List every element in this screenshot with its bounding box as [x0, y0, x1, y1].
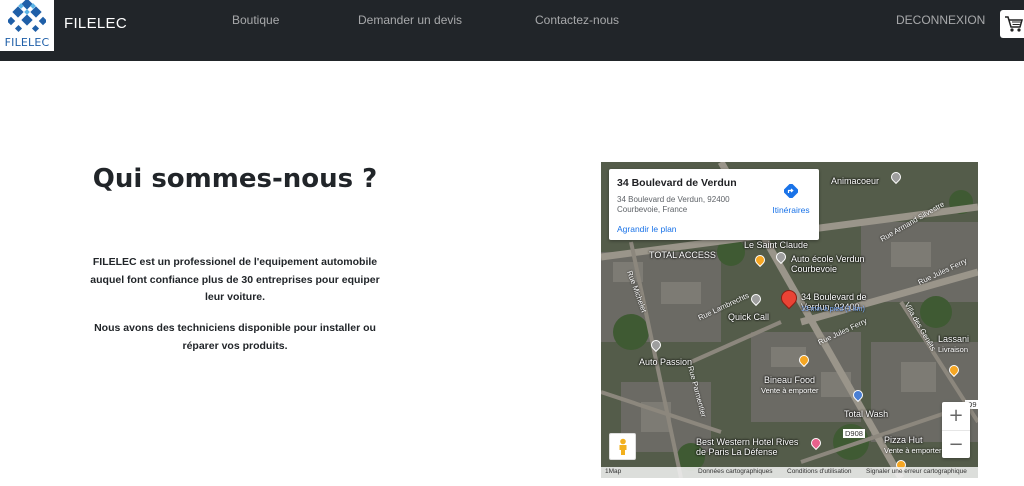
place-bineau-food-sub: Vente à emporter [761, 386, 819, 395]
place-pizza-hut[interactable]: Pizza Hut [884, 435, 923, 445]
about-paragraph-2: Nous avons des techniciens disponible po… [94, 322, 376, 352]
logo-mark-icon [8, 0, 46, 33]
street-view-button[interactable] [609, 433, 636, 460]
google-map[interactable]: Rue Armand Silvestre Rue Jules Ferry Rue… [601, 162, 978, 478]
navbar: FILELEC FILELEC Boutique Demander un dev… [0, 0, 1024, 61]
place-total-wash[interactable]: Total Wash [844, 409, 888, 419]
place-lassani-sub: Livraison [938, 345, 969, 354]
logo[interactable]: FILELEC [0, 0, 54, 51]
place-auto-passion[interactable]: Auto Passion [639, 357, 692, 367]
logout-link[interactable]: DECONNEXION [896, 13, 985, 27]
marker-walk-time: 13 min à pied (1 km) [801, 306, 865, 313]
place-auto-ecole[interactable]: Auto école Verdun Courbevoie [791, 254, 881, 274]
map-footer: 1Map Données cartographiques Conditions … [601, 467, 978, 478]
about-title: Qui sommes-nous ? [92, 164, 378, 194]
place-pizza-hut-sub: Vente à emporter [884, 446, 942, 455]
info-card-title: 34 Boulevard de Verdun [617, 177, 737, 189]
place-lassani[interactable]: Lassani [938, 334, 969, 344]
place-best-western[interactable]: Best Western Hotel Rives de Paris La Déf… [696, 437, 806, 457]
directions-icon [782, 182, 800, 200]
zoom-control: + − [942, 402, 970, 458]
enlarge-map-link[interactable]: Agrandir le plan [617, 224, 677, 234]
zoom-in-button[interactable]: + [942, 402, 970, 430]
place-quick-call[interactable]: Quick Call [728, 312, 769, 322]
map-data-link[interactable]: Données cartographiques [698, 468, 772, 475]
map-scale: 1Map [605, 468, 622, 475]
nav-contact[interactable]: Contactez-nous [535, 13, 619, 27]
cart-icon [1005, 16, 1023, 32]
place-total-access[interactable]: TOTAL ACCESS [649, 250, 716, 260]
directions-label: Itinéraires [772, 205, 810, 215]
nav-boutique[interactable]: Boutique [232, 13, 279, 27]
brand-name[interactable]: FILELEC [64, 15, 127, 32]
map-info-card: 34 Boulevard de Verdun 34 Boulevard de V… [609, 169, 819, 240]
directions-button[interactable]: Itinéraires [767, 182, 815, 215]
place-saint-claude[interactable]: Le Saint Claude [744, 240, 808, 250]
logo-text: FILELEC [4, 36, 50, 49]
map-report-error-link[interactable]: Signaler une erreur cartographique [866, 468, 967, 475]
about-paragraph-1: FILELEC est un professionel de l'equipem… [90, 256, 380, 303]
map-terms-link[interactable]: Conditions d'utilisation [787, 468, 851, 475]
nav-request-quote[interactable]: Demander un devis [358, 13, 462, 27]
pegman-icon [619, 438, 627, 455]
cart-button[interactable] [1000, 10, 1024, 38]
info-card-address: 34 Boulevard de Verdun, 92400 Courbevoie… [617, 195, 730, 214]
road-code-d908: D908 [843, 429, 865, 438]
zoom-out-button[interactable]: − [942, 430, 970, 458]
place-animacoeur[interactable]: Animacoeur [831, 176, 879, 186]
place-bineau-food[interactable]: Bineau Food [764, 375, 815, 385]
